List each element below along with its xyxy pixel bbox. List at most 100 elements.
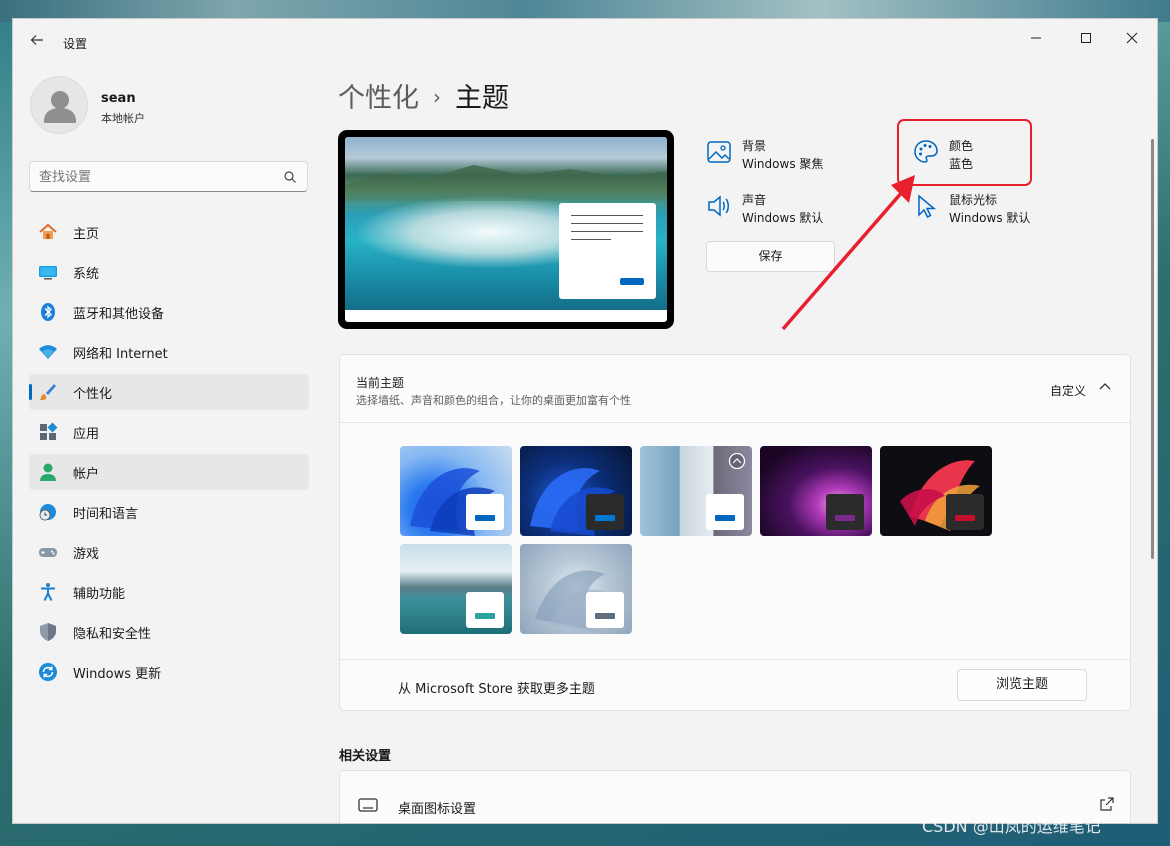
sidebar-item-label: 隐私和安全性 (73, 626, 152, 642)
breadcrumb: 个性化 › 主题 (338, 76, 509, 115)
gamepad-icon (39, 548, 57, 557)
sidebar-item-personalization[interactable]: 个性化 (29, 374, 309, 410)
theme-thumbnail[interactable] (520, 446, 632, 536)
close-icon (1126, 32, 1138, 44)
cursor-value: Windows 默认 (949, 211, 1031, 225)
theme-window-preview (706, 494, 744, 530)
minimize-button[interactable] (1013, 25, 1059, 55)
watermark: CSDN @山岚的运维笔记 (922, 817, 1101, 836)
chevron-up-icon[interactable] (1098, 380, 1112, 394)
current-theme-subtitle: 选择墙纸、声音和颜色的组合，让你的桌面更加富有个性 (356, 394, 631, 407)
sidebar-item-windows-update[interactable]: Windows 更新 (29, 654, 309, 690)
update-icon (39, 663, 57, 681)
sidebar-item-bluetooth[interactable]: 蓝牙和其他设备 (29, 294, 309, 330)
monitor-icon (39, 266, 57, 280)
preview-window (559, 203, 656, 299)
browse-themes-button[interactable]: 浏览主题 (957, 669, 1087, 701)
maximize-icon (1081, 33, 1091, 43)
sidebar-item-label: 网络和 Internet (73, 346, 168, 362)
search-box[interactable] (29, 161, 308, 192)
bluetooth-icon (41, 303, 55, 321)
settings-window: 设置 sean 本地帐户 主页 系统 (12, 18, 1158, 824)
picture-icon (707, 141, 731, 163)
sidebar-item-network[interactable]: 网络和 Internet (29, 334, 309, 370)
theme-thumbnail[interactable] (400, 446, 512, 536)
theme-window-preview (826, 494, 864, 530)
profile-account-type: 本地帐户 (101, 112, 145, 125)
theme-preview-screen (345, 137, 667, 322)
sidebar-item-label: 应用 (73, 426, 100, 442)
close-button[interactable] (1109, 25, 1155, 55)
theme-thumbnail[interactable] (640, 446, 752, 536)
background-title: 背景 (742, 139, 767, 153)
theme-thumbnail[interactable] (880, 446, 992, 536)
sidebar-item-label: 时间和语言 (73, 506, 139, 522)
current-theme-title: 当前主题 (356, 376, 405, 390)
theme-thumbnail[interactable] (520, 544, 632, 634)
preview-accent-button (620, 278, 644, 285)
get-more-themes-text: 从 Microsoft Store 获取更多主题 (398, 682, 595, 697)
profile-name: sean (101, 91, 136, 106)
related-settings-title: 相关设置 (339, 749, 392, 764)
scrollbar[interactable] (1151, 139, 1154, 559)
theme-window-preview (586, 592, 624, 628)
arrow-annotation (781, 175, 915, 331)
breadcrumb-separator: › (433, 85, 441, 109)
sidebar-item-label: 个性化 (73, 386, 113, 402)
theme-window-preview (946, 494, 984, 530)
sidebar-item-privacy[interactable]: 隐私和安全性 (29, 614, 309, 650)
sidebar-item-label: Windows 更新 (73, 666, 162, 682)
maximize-button[interactable] (1063, 25, 1109, 55)
get-more-themes-row: 从 Microsoft Store 获取更多主题 浏览主题 (340, 659, 1130, 711)
page-title: 主题 (455, 83, 509, 114)
clock-globe-icon (39, 504, 56, 521)
theme-thumbnail[interactable] (760, 446, 872, 536)
sidebar-item-label: 系统 (73, 266, 100, 282)
current-theme-status: 自定义 (1049, 384, 1086, 398)
external-link-icon (1100, 797, 1114, 811)
search-icon (284, 171, 296, 183)
cursor-title: 鼠标光标 (949, 193, 998, 207)
accessibility-icon (41, 583, 55, 601)
sidebar-item-label: 辅助功能 (73, 586, 126, 602)
user-icon (44, 91, 76, 123)
sidebar-item-gaming[interactable]: 游戏 (29, 534, 309, 570)
theme-thumbnail[interactable] (400, 544, 512, 634)
theme-window-preview (466, 592, 504, 628)
desktop-icon (358, 798, 378, 812)
sidebar-item-label: 蓝牙和其他设备 (73, 306, 165, 322)
breadcrumb-parent[interactable]: 个性化 (338, 83, 419, 114)
sidebar-item-label: 帐户 (73, 466, 100, 482)
sidebar-item-time-language[interactable]: 时间和语言 (29, 494, 309, 530)
sidebar-item-label: 主页 (73, 226, 100, 242)
sidebar-item-apps[interactable]: 应用 (29, 414, 309, 450)
sidebar-nav: 主页 系统 蓝牙和其他设备 网络和 Internet 个性化 应用 帐户 时间和… (29, 214, 309, 694)
home-icon (39, 223, 57, 239)
speaker-icon (708, 195, 729, 217)
sidebar-item-system[interactable]: 系统 (29, 254, 309, 290)
minimize-icon (1031, 37, 1041, 39)
theme-window-preview (466, 494, 504, 530)
avatar[interactable] (30, 76, 88, 134)
theme-preview (338, 130, 674, 329)
arrow-left-icon (30, 35, 43, 45)
current-theme-header[interactable]: 当前主题 选择墙纸、声音和颜色的组合，让你的桌面更加富有个性 自定义 (340, 355, 1130, 423)
app-title: 设置 (63, 37, 88, 51)
shield-icon (40, 623, 56, 641)
sidebar-item-accounts[interactable]: 帐户 (29, 454, 309, 490)
desktop-icon-settings-label: 桌面图标设置 (398, 802, 477, 817)
sidebar-item-home[interactable]: 主页 (29, 214, 309, 250)
back-button[interactable] (27, 33, 47, 51)
title-bar: 设置 (13, 19, 1157, 65)
search-input[interactable] (39, 168, 269, 186)
wifi-icon (39, 345, 57, 359)
spotlight-icon (728, 452, 746, 470)
account-icon (40, 463, 56, 481)
theme-window-preview (586, 494, 624, 530)
sidebar-item-accessibility[interactable]: 辅助功能 (29, 574, 309, 610)
brush-icon (39, 384, 56, 401)
selection-indicator (29, 384, 32, 400)
current-theme-card: 当前主题 选择墙纸、声音和颜色的组合，让你的桌面更加富有个性 自定义 从 Mic… (339, 354, 1131, 711)
apps-icon (40, 422, 58, 440)
sidebar-item-label: 游戏 (73, 546, 100, 562)
